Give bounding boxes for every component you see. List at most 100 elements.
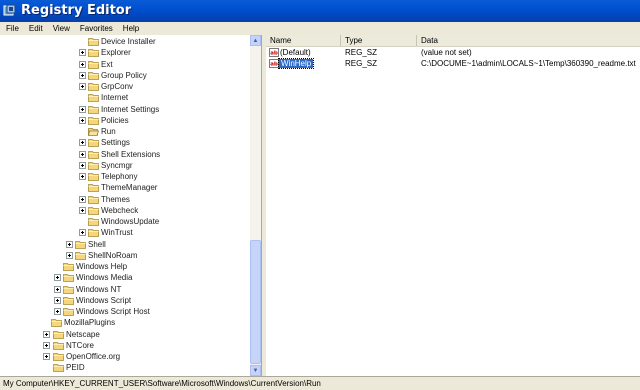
menu-file[interactable]: File bbox=[0, 24, 24, 33]
folder-icon bbox=[88, 161, 99, 170]
expand-plus-icon[interactable] bbox=[79, 83, 86, 90]
values-list-pane[interactable]: Name Type Data ab (Default) REG_SZ (valu… bbox=[266, 35, 640, 376]
tree-view[interactable]: Device Installer Explorer Ext Group Policy G… bbox=[0, 35, 250, 376]
registry-tree-pane[interactable]: Device Installer Explorer Ext Group Policy G… bbox=[0, 35, 262, 376]
expand-plus-icon[interactable] bbox=[79, 195, 86, 203]
tree-item[interactable]: OpenOffice.org bbox=[0, 351, 250, 362]
registry-editor-icon bbox=[3, 4, 16, 16]
value-row-default[interactable]: ab (Default) REG_SZ (value not set) bbox=[266, 47, 640, 58]
folder-icon bbox=[88, 71, 99, 80]
expand-plus-icon[interactable] bbox=[79, 60, 86, 68]
tree-item[interactable]: Device Installer bbox=[0, 36, 250, 47]
expand-plus-icon[interactable] bbox=[43, 353, 50, 360]
value-data: C:\DOCUME~1\admin\LOCALS~1\Temp\360390_r… bbox=[421, 59, 636, 68]
expand-plus-icon[interactable] bbox=[54, 308, 61, 315]
expand-plus-icon[interactable] bbox=[54, 296, 61, 304]
expand-plus-icon[interactable] bbox=[79, 139, 86, 147]
tree-item-label: Windows Script Host bbox=[76, 307, 150, 316]
tree-vertical-scrollbar[interactable]: ▲ ▼ bbox=[250, 35, 261, 376]
tree-item-label: ThemeManager bbox=[101, 183, 158, 193]
tree-item[interactable]: Syncmgr bbox=[0, 160, 250, 171]
expand-plus-icon[interactable] bbox=[66, 240, 73, 248]
tree-item[interactable]: Shell bbox=[0, 239, 250, 250]
tree-item[interactable]: Settings bbox=[0, 137, 250, 148]
folder-icon bbox=[53, 341, 64, 350]
expand-plus-icon[interactable] bbox=[79, 206, 86, 214]
folder-icon bbox=[88, 49, 99, 58]
expand-plus-icon[interactable] bbox=[79, 105, 86, 113]
folder-icon bbox=[51, 319, 62, 328]
folder-icon bbox=[63, 308, 74, 316]
tree-item[interactable]: Explorer bbox=[0, 47, 250, 58]
tree-item[interactable]: PEID bbox=[0, 362, 250, 373]
tree-item-label: Internet Settings bbox=[101, 104, 160, 114]
folder-icon bbox=[88, 83, 99, 91]
column-header-type[interactable]: Type bbox=[341, 35, 417, 46]
value-data: (value not set) bbox=[421, 48, 472, 57]
expand-plus-icon[interactable] bbox=[79, 49, 86, 57]
value-name-selected[interactable]: WinHelp bbox=[277, 58, 315, 69]
tree-item[interactable]: Group Policy bbox=[0, 70, 250, 81]
tree-item-label: Windows Help bbox=[76, 262, 128, 271]
tree-item[interactable]: Themes bbox=[0, 194, 250, 205]
column-header-name[interactable]: Name bbox=[266, 35, 341, 46]
tree-item[interactable]: Internet Settings bbox=[0, 104, 250, 115]
list-header: Name Type Data bbox=[266, 35, 640, 47]
tree-item[interactable]: NTCore bbox=[0, 340, 250, 351]
expand-plus-icon[interactable] bbox=[79, 150, 86, 158]
expand-plus-icon[interactable] bbox=[79, 229, 86, 237]
scroll-down-button[interactable]: ▼ bbox=[250, 365, 261, 376]
tree-item[interactable]: Windows NT bbox=[0, 284, 250, 295]
expand-plus-icon[interactable] bbox=[79, 161, 86, 169]
tree-item[interactable]: Windows Media bbox=[0, 272, 250, 283]
expand-plus-icon[interactable] bbox=[66, 251, 73, 259]
tree-item[interactable]: Windows Script bbox=[0, 295, 250, 306]
tree-item[interactable]: ThemeManager bbox=[0, 182, 250, 193]
folder-icon bbox=[88, 229, 99, 238]
expand-plus-icon[interactable] bbox=[43, 330, 50, 338]
expand-plus-icon[interactable] bbox=[79, 173, 86, 180]
tree-item[interactable]: GrpConv bbox=[0, 81, 250, 92]
menu-favorites[interactable]: Favorites bbox=[75, 24, 118, 33]
tree-item[interactable]: Windows Help bbox=[0, 261, 250, 272]
value-row-winhelp[interactable]: ab WinHelp REG_SZ C:\DOCUME~1\admin\LOCA… bbox=[266, 58, 640, 69]
tree-item-label: Internet bbox=[101, 93, 129, 103]
expand-plus-icon[interactable] bbox=[54, 285, 61, 293]
tree-item[interactable]: Telephony bbox=[0, 171, 250, 182]
scroll-thumb[interactable] bbox=[250, 240, 261, 364]
title-bar[interactable]: Registry Editor bbox=[0, 0, 640, 22]
tree-item[interactable]: Policies bbox=[0, 115, 250, 126]
folder-icon bbox=[88, 105, 99, 114]
expand-plus-icon[interactable] bbox=[79, 116, 86, 124]
tree-item[interactable]: MozillaPlugins bbox=[0, 317, 250, 328]
tree-item[interactable]: Internet bbox=[0, 92, 250, 103]
menu-view[interactable]: View bbox=[48, 24, 75, 33]
folder-icon bbox=[88, 150, 99, 159]
menu-edit[interactable]: Edit bbox=[24, 24, 48, 33]
tree-item[interactable]: Webcheck bbox=[0, 205, 250, 216]
scroll-up-button[interactable]: ▲ bbox=[250, 35, 261, 46]
tree-item-label: Policies bbox=[101, 115, 129, 125]
folder-icon bbox=[88, 116, 99, 125]
status-bar: My Computer\HKEY_CURRENT_USER\Software\M… bbox=[0, 376, 640, 390]
folder-icon bbox=[88, 139, 99, 148]
tree-item[interactable]: Netscape bbox=[0, 329, 250, 340]
value-type: REG_SZ bbox=[345, 48, 378, 57]
tree-item[interactable]: Windows Script Host bbox=[0, 306, 250, 317]
tree-item[interactable]: WindowsUpdate bbox=[0, 216, 250, 227]
column-header-data[interactable]: Data bbox=[417, 35, 640, 46]
expand-plus-icon[interactable] bbox=[79, 71, 86, 79]
tree-item[interactable]: Run bbox=[0, 126, 250, 137]
tree-item-label: Explorer bbox=[101, 48, 131, 58]
expand-plus-icon[interactable] bbox=[43, 341, 50, 349]
tree-item-label: Netscape bbox=[66, 329, 100, 339]
tree-item[interactable]: Ext bbox=[0, 59, 250, 70]
tree-item-label: Ext bbox=[101, 59, 113, 69]
expand-plus-icon[interactable] bbox=[54, 274, 61, 282]
menu-help[interactable]: Help bbox=[118, 24, 144, 33]
tree-item[interactable]: Shell Extensions bbox=[0, 149, 250, 160]
tree-item-label: WindowsUpdate bbox=[101, 217, 160, 226]
tree-item[interactable]: WinTrust bbox=[0, 227, 250, 238]
tree-item[interactable]: ShellNoRoam bbox=[0, 250, 250, 261]
status-key-path: My Computer\HKEY_CURRENT_USER\Software\M… bbox=[3, 379, 321, 388]
